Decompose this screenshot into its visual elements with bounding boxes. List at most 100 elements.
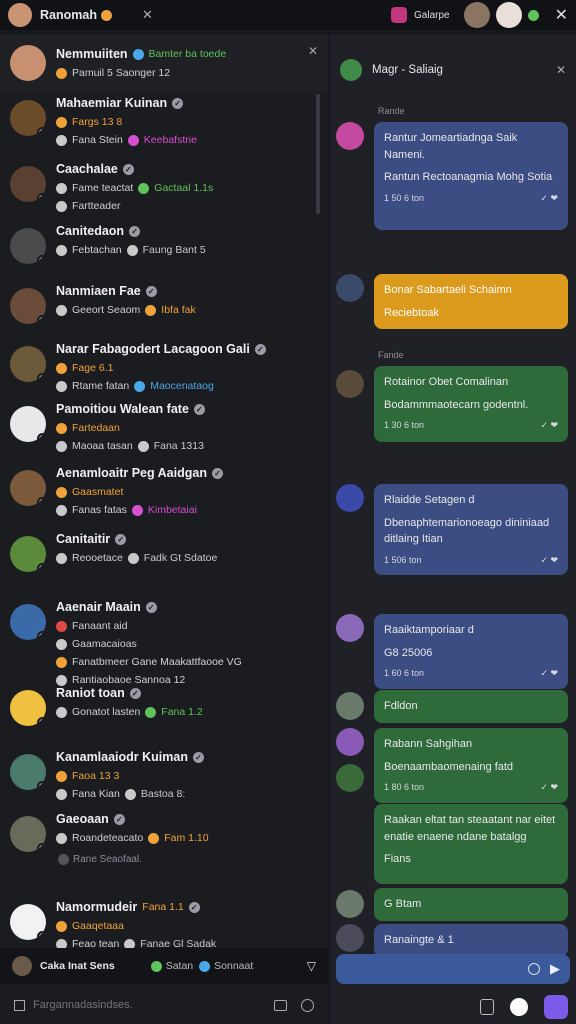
contact-row[interactable]: Caachalae ✓ Fame teactat Gactaal 1.1s Fartte… [0, 162, 316, 212]
presence-badge-icon [37, 315, 46, 324]
chat-close-icon[interactable]: ✕ [556, 63, 566, 77]
emoji-picker-icon[interactable] [528, 963, 540, 975]
account-label[interactable]: Galarpe [414, 10, 450, 21]
verified-icon [132, 48, 144, 60]
sender-avatar[interactable] [336, 890, 364, 918]
contact-meta: Febtachan [72, 244, 122, 256]
message-bubble[interactable]: Raakan eltat tan steaatant nar eitet ena… [374, 804, 568, 884]
dismiss-icon[interactable]: ✕ [308, 44, 318, 58]
app-icon[interactable] [510, 998, 528, 1016]
instagram-icon[interactable] [391, 7, 408, 23]
message-bubble[interactable]: Rantur Jomeartiadnga Saik Nameni. Rantun … [374, 122, 568, 230]
message-text: Rantur Jomeartiadnga Saik Nameni. [384, 132, 518, 161]
message-bubble[interactable]: Rabann Sahgihan Boenaambaomenaing fatd 1 8… [374, 728, 568, 803]
reaction-icons[interactable]: ✓ ❤ [540, 781, 558, 795]
sender-avatar[interactable] [336, 924, 364, 952]
close-window-icon[interactable]: ✕ [555, 5, 568, 25]
sender-avatar[interactable] [336, 122, 364, 150]
message-bubble[interactable]: G Btam [374, 888, 568, 921]
contact-row[interactable]: Pamoitiou Walean fate ✓ Fartedaan Maoaa tas… [0, 402, 316, 452]
contact-row[interactable]: Canitaitir ✓ Reooetace Fadk Gt Sdatoe [0, 532, 316, 572]
contact-row[interactable]: Narar Fabagodert Lacagoon Gali ✓ Fage 6.1 R… [0, 342, 316, 392]
presence-badge-icon [37, 781, 46, 790]
sender-avatar[interactable] [336, 484, 364, 512]
contact-avatar [10, 228, 46, 264]
message-bubble[interactable]: Bonar Sabartaeli Schaimn Reciebtoak [374, 274, 568, 329]
sender-avatar[interactable] [336, 728, 364, 756]
presence-badge-icon [37, 717, 46, 726]
phone-icon[interactable] [480, 999, 494, 1015]
reaction-icons[interactable]: ✓ ❤ [540, 667, 558, 681]
message-bubble[interactable]: Raaiktamporiaar d G8 25006 1 60 6 ton ✓ ❤ [374, 614, 568, 689]
contact-row[interactable]: Aenamloaitr Peg Aaidgan ✓ Gaasmatet Fanas f… [0, 466, 316, 516]
verified-check-icon: ✓ [172, 97, 184, 109]
status-emoji-icon [56, 304, 67, 316]
message-time: 1 50 6 ton [384, 192, 425, 203]
presence-badge-icon [37, 193, 46, 202]
contact-row[interactable]: Mahaemiar Kuinan ✓ Fargs 13 8 Fana Stein Kee… [0, 96, 316, 146]
send-icon[interactable]: ▶ [550, 961, 560, 977]
message-text: Rlaidde Setagen d [384, 494, 475, 506]
reaction-icons[interactable]: ✓ ❤ [540, 192, 558, 206]
status-emoji-icon [100, 9, 112, 21]
contact-avatar [10, 406, 46, 442]
filter-icon[interactable]: ▽ [307, 959, 316, 973]
contact-avatar [10, 288, 46, 324]
composer[interactable]: ▶ [336, 954, 570, 984]
status-emoji-icon [56, 422, 67, 434]
status-emoji-icon [56, 638, 67, 650]
pinned-conversation[interactable]: Nemmuiiten Bamter ba toede Pamuil 5 Saong… [0, 34, 328, 92]
message-bubble[interactable]: Rotainor Obet Comalinan Bodammmaotecarn g… [374, 366, 568, 442]
sender-avatar[interactable] [336, 764, 364, 792]
sender-avatar[interactable] [336, 692, 364, 720]
message-bubble[interactable]: Rlaidde Setagen d Dbenaphtemarionoeago di… [374, 484, 568, 575]
app-title: Ranomah [40, 8, 97, 22]
profile-avatar[interactable] [8, 3, 32, 27]
reaction-icons[interactable]: ✓ ❤ [540, 419, 558, 433]
search-input[interactable] [33, 999, 253, 1011]
presence-badge-icon [37, 631, 46, 640]
header-avatar-1[interactable] [463, 2, 490, 28]
sender-avatar[interactable] [336, 614, 364, 642]
contact-meta: Gaasmatet [72, 486, 124, 498]
message-bubble[interactable]: Fdldon [374, 690, 568, 723]
header-avatar-2[interactable] [495, 2, 522, 28]
message-time: 1 60 6 ton [384, 668, 425, 678]
status-emoji-icon [56, 620, 67, 632]
status-emoji-icon [56, 440, 67, 452]
verified-check-icon: ✓ [192, 751, 204, 763]
scrollbar[interactable] [316, 94, 320, 214]
contact-meta: Fana Kian [72, 788, 120, 800]
message-text: Raaiktamporiaar d [384, 624, 474, 636]
contact-row[interactable]: Canitedaon ✓ Febtachan Faung Bant 5 [0, 224, 316, 264]
emoji-button-icon[interactable] [301, 998, 314, 1012]
verified-check-icon: ✓ [129, 225, 141, 237]
contact-name: Caachalae [56, 162, 118, 176]
contact-row[interactable]: Gaeoaan ✓ Roandeteacato Fam 1.10 [0, 812, 316, 852]
message-text: Ranaingte & 1 [384, 934, 454, 946]
contact-name: Aenamloaitr Peg Aaidgan [56, 466, 207, 480]
contact-row[interactable]: Raniot toan ✓ Gonatot lasten Fana 1.2 [0, 686, 316, 726]
contact-row[interactable]: Kanamlaaiodr Kuiman ✓ Faoa 13 3 Fana Kian Ba… [0, 750, 316, 800]
sender-avatar[interactable] [336, 274, 364, 302]
close-sidebar-icon[interactable]: ✕ [142, 7, 153, 23]
bottom-toolbar [330, 990, 576, 1024]
contact-meta: Faung Bant 5 [142, 244, 206, 256]
verified-check-icon: ✓ [188, 901, 200, 913]
status-b: Sonnaat [214, 960, 254, 972]
contact-name: Pamoitiou Walean fate [56, 402, 189, 416]
chat-avatar [340, 59, 362, 81]
message-bubble[interactable]: Ranaingte & 1 [374, 924, 568, 957]
grid-icon[interactable] [14, 999, 25, 1011]
conversation-list-panel: Nemmuiiten Bamter ba toede Pamuil 5 Saong… [0, 34, 328, 1024]
new-chat-button[interactable] [544, 995, 568, 1019]
message-text: Boenaambaomenaing fatd [384, 760, 514, 773]
contact-row[interactable]: Aaenair Maain ✓ Fanaant aid Gaamacaioas Fana… [0, 600, 316, 686]
contact-avatar [10, 904, 46, 940]
sender-avatar[interactable] [336, 370, 364, 398]
contact-row[interactable]: Nanmiaen Fae ✓ Geeort Seaom Ibfa fak [0, 284, 316, 324]
contact-row[interactable]: Namormudeir Fana 1.1 ✓ Gaaqetaaa Feao tean Fa… [0, 900, 316, 950]
reaction-icons[interactable]: ✓ ❤ [540, 554, 558, 568]
contact-meta: Reooetace [72, 552, 123, 564]
attach-icon[interactable] [274, 999, 287, 1011]
